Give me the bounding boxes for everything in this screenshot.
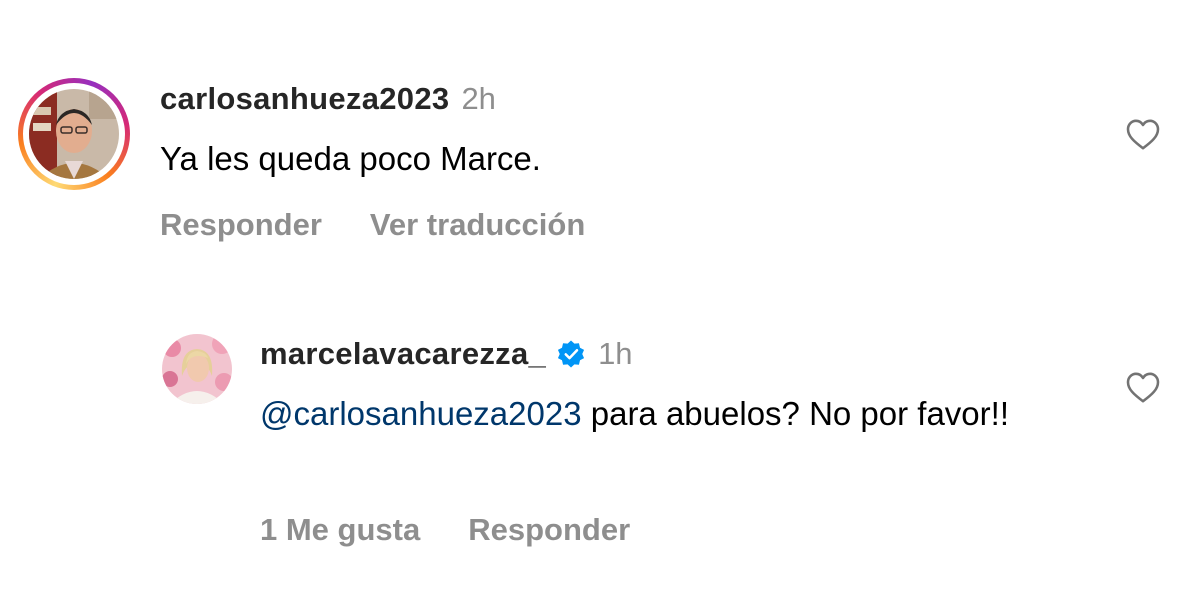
likes-count-button[interactable]: 1 Me gusta	[260, 510, 420, 550]
comment-actions: 1 Me gusta Responder	[260, 510, 678, 550]
comment-header: carlosanhueza2023 2h	[160, 80, 496, 118]
username[interactable]: marcelavacarezza_	[260, 335, 546, 373]
comment-text: @carlosanhueza2023 para abuelos? No por …	[260, 390, 1080, 438]
comment-text-body: para abuelos? No por favor!!	[590, 395, 1009, 432]
story-ring[interactable]	[18, 78, 130, 190]
comment-header: marcelavacarezza_ 1h	[260, 335, 633, 373]
see-translation-button[interactable]: Ver traducción	[370, 205, 585, 245]
timestamp[interactable]: 2h	[461, 81, 495, 116]
comment-actions: Responder Ver traducción	[160, 205, 633, 245]
avatar-photo	[29, 89, 119, 179]
mention-link[interactable]: @carlosanhueza2023	[260, 395, 582, 432]
comment: carlosanhueza2023 2h Ya les queda poco Ma…	[0, 0, 1200, 270]
heart-outline-icon[interactable]	[1125, 117, 1161, 151]
verified-badge-icon	[556, 339, 586, 369]
reply-button[interactable]: Responder	[468, 510, 630, 550]
comment-text: Ya les queda poco Marce.	[160, 140, 541, 177]
reply-button[interactable]: Responder	[160, 205, 322, 245]
timestamp[interactable]: 1h	[598, 335, 632, 373]
avatar[interactable]	[162, 334, 232, 404]
avatar-photo	[162, 334, 232, 404]
avatar[interactable]	[29, 89, 119, 179]
username[interactable]: carlosanhueza2023	[160, 81, 449, 116]
heart-outline-icon[interactable]	[1125, 370, 1161, 404]
